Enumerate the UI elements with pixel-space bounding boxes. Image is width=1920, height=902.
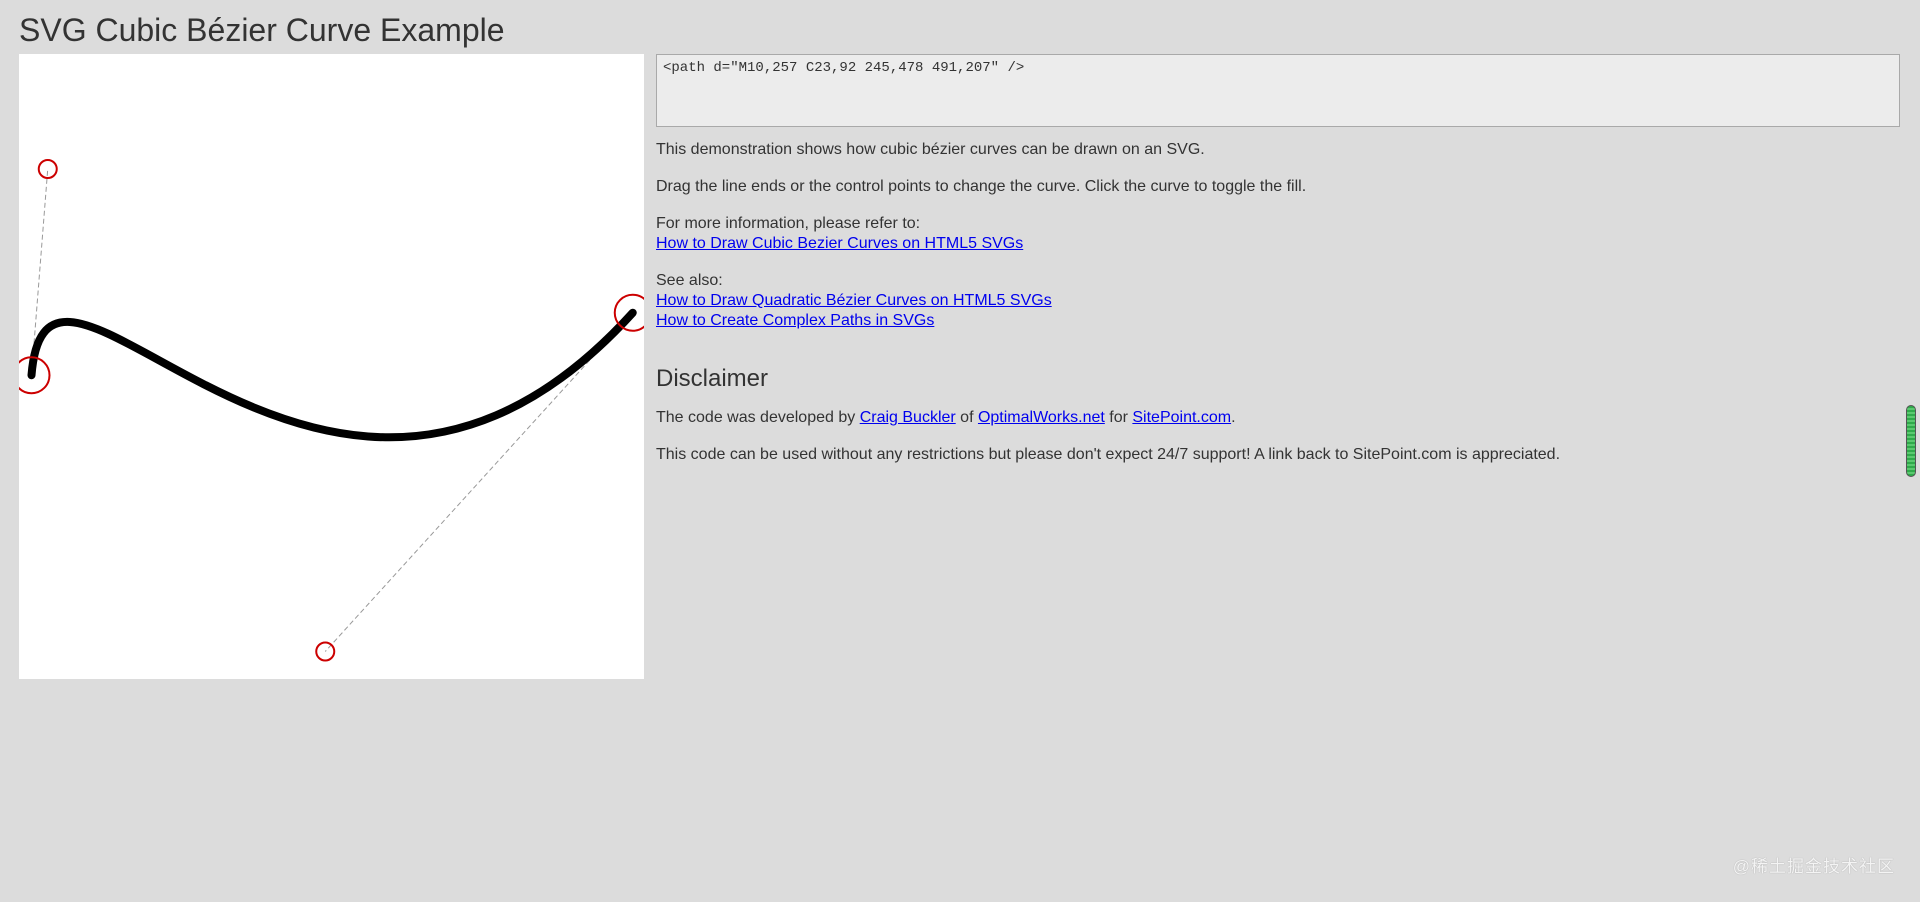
more-info-label: For more information, please refer to: [656, 215, 921, 232]
license-text: This code can be used without any restri… [656, 446, 1561, 463]
link-quadratic-bezier[interactable]: How to Draw Quadratic Bézier Curves on H… [656, 292, 1052, 309]
page-title: SVG Cubic Bézier Curve Example [19, 12, 505, 48]
more-info: For more information, please refer to: H… [656, 214, 1886, 254]
credit-for: for [1104, 409, 1133, 426]
scrollbar-thumb[interactable] [1906, 405, 1916, 477]
watermark: @稀土掘金技术社区 [1732, 857, 1895, 876]
link-cubic-bezier[interactable]: How to Draw Cubic Bezier Curves on HTML5… [656, 235, 1023, 252]
control-line-end [324, 312, 634, 652]
link-company[interactable]: OptimalWorks.net [978, 409, 1105, 426]
credit-of: of [955, 409, 978, 426]
bezier-curve[interactable] [27, 308, 637, 442]
link-site[interactable]: SitePoint.com [1132, 409, 1231, 426]
intro-text: This demonstration shows how cubic bézie… [656, 141, 1205, 158]
credit-prefix: The code was developed by [656, 409, 860, 426]
page: SVG Cubic Bézier Curve Example <path d="… [0, 0, 1920, 902]
path-code-textarea[interactable]: <path d="M10,257 C23,92 245,478 491,207"… [656, 54, 1900, 127]
instructions-text: Drag the line ends or the control points… [656, 178, 1307, 195]
content: This demonstration shows how cubic bézie… [656, 140, 1886, 482]
disclaimer-heading: Disclaimer [656, 365, 769, 392]
credit-suffix: . [1231, 409, 1236, 426]
see-also: See also: How to Draw Quadratic Bézier C… [656, 271, 1886, 331]
credit-text: The code was developed by Craig Buckler … [656, 408, 1886, 428]
link-complex-paths[interactable]: How to Create Complex Paths in SVGs [656, 312, 934, 329]
see-also-label: See also: [656, 272, 723, 289]
bezier-canvas[interactable] [19, 54, 644, 679]
link-author[interactable]: Craig Buckler [860, 409, 956, 426]
